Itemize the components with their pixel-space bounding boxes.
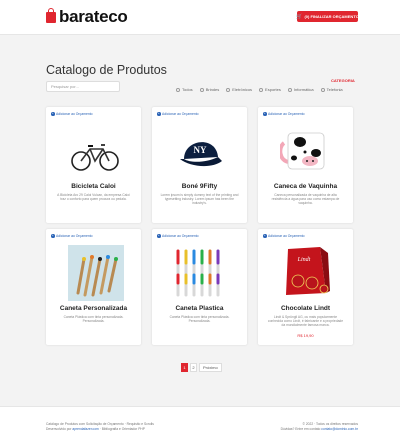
category-filters: Todos Brindes Eletrônicos Esportes Infor… [176, 87, 350, 92]
radio-icon [320, 87, 325, 92]
mug-image[interactable] [280, 125, 332, 175]
filter-esportes[interactable]: Esportes [259, 87, 281, 92]
product-description: Caneca personalizada de vaquinha de alta… [271, 193, 340, 205]
radio-icon [226, 87, 231, 92]
category-label: CATEGORIA [331, 78, 355, 83]
product-name[interactable]: Caneca de Vaquinha [258, 183, 353, 190]
product-description: Caneta Plástica com tinta personalizada.… [63, 315, 124, 323]
filter-eletronicos[interactable]: Eletrônicos [226, 87, 252, 92]
footer-left: Catálogo de Produtos com Solicitação de … [46, 422, 154, 432]
developer-link[interactable]: aprendafazer.com [72, 427, 98, 431]
product-name[interactable]: Bicicleta Caloi [46, 183, 141, 190]
filter-todos[interactable]: Todos [176, 87, 193, 92]
pagination: 1 2 Próximo [181, 363, 224, 372]
filter-telefonia[interactable]: Telefonia [320, 87, 343, 92]
filter-brindes[interactable]: Brindes [199, 87, 219, 92]
page-1-button[interactable]: 1 [181, 363, 188, 372]
brand-name: barateco [59, 7, 128, 26]
shopping-bag-icon [46, 7, 56, 23]
svg-text:Lindt: Lindt [297, 257, 311, 263]
product-card: + Adicionar ao Orçamento Caneca de Vaquin… [258, 107, 353, 223]
product-card: + Adicionar ao Orçamento Caneta Plastica … [152, 229, 247, 345]
chocolate-box-image[interactable]: Lindt [280, 243, 332, 299]
plus-icon: + [263, 111, 267, 116]
product-name[interactable]: Chocolate Lindt [258, 305, 353, 312]
radio-icon [259, 87, 264, 92]
brand-logo[interactable]: barateco [46, 7, 128, 27]
product-card: + Adicionar ao Orçamento NY Boné 9Fifty L… [152, 107, 247, 223]
product-card: + Adicionar ao Orçamento Bicicleta Caloi … [46, 107, 141, 223]
product-description: Caneta Plástica com tinta personalizada.… [169, 315, 230, 323]
add-to-budget-link[interactable]: + Adicionar ao Orçamento [263, 112, 305, 116]
radio-icon [176, 87, 180, 92]
footer-right: © 2022 · Todos os direitos reservados Dú… [281, 422, 358, 432]
footer-left-line2: Desenvolvido por aprendafazer.com · Bibl… [46, 427, 145, 431]
product-name[interactable]: Caneta Plastica [152, 305, 247, 312]
contact-email-link[interactable]: contato@dominio.com.br [321, 427, 358, 431]
product-card: + Adicionar ao Orçamento Caneta Personali… [46, 229, 141, 345]
cap-image[interactable]: NY [176, 129, 224, 173]
add-to-budget-link[interactable]: + Adicionar ao Orçamento [157, 112, 199, 116]
add-to-budget-link[interactable]: + Adicionar ao Orçamento [157, 234, 199, 238]
plus-icon: + [51, 233, 55, 238]
page-2-button[interactable]: 2 [190, 363, 197, 372]
footer-contact: Dúvidas? Entre em contato contato@domini… [280, 427, 358, 431]
product-name[interactable]: Caneta Personalizada [46, 305, 141, 312]
svg-text:NY: NY [194, 145, 207, 155]
product-description: Lindt & Sprüngli AG, ou mais popularment… [267, 315, 344, 327]
page-title: Catalogo de Produtos [46, 63, 167, 77]
search-input[interactable]: Pesquisar por... [46, 81, 120, 92]
plus-icon: + [157, 233, 161, 238]
product-card: + Adicionar ao Orçamento Lindt Chocolate … [258, 229, 353, 345]
site-header: barateco 🛒 (0) FINALIZAR ORÇAMENTO [0, 0, 400, 35]
plus-icon: + [51, 111, 55, 116]
radio-icon [199, 87, 204, 92]
product-description: A Bicicleta Aro 29 Caloi Vulcan, da empr… [57, 193, 130, 201]
product-price: R$ 19,90 [297, 333, 314, 338]
product-name[interactable]: Boné 9Fifty [152, 183, 247, 190]
pencils-image[interactable] [68, 245, 124, 301]
site-footer: Catálogo de Produtos com Solicitação de … [0, 406, 400, 448]
finalize-budget-label: (0) FINALIZAR ORÇAMENTO [304, 14, 359, 19]
add-to-budget-link[interactable]: + Adicionar ao Orçamento [263, 234, 305, 238]
plus-icon: + [263, 233, 267, 238]
plus-icon: + [157, 111, 161, 116]
add-to-budget-link[interactable]: + Adicionar ao Orçamento [51, 234, 93, 238]
filter-informatica[interactable]: Informática [287, 87, 314, 92]
next-page-button[interactable]: Próximo [199, 363, 222, 372]
add-to-budget-link[interactable]: + Adicionar ao Orçamento [51, 112, 93, 116]
finalize-budget-button[interactable]: 🛒 (0) FINALIZAR ORÇAMENTO [296, 11, 359, 22]
radio-icon [287, 87, 292, 92]
product-description: Lorem ipsum is simply dummy text of the … [160, 193, 239, 205]
pens-image[interactable] [172, 245, 228, 301]
cart-icon: 🛒 [296, 13, 303, 20]
bicycle-image[interactable] [70, 137, 120, 173]
